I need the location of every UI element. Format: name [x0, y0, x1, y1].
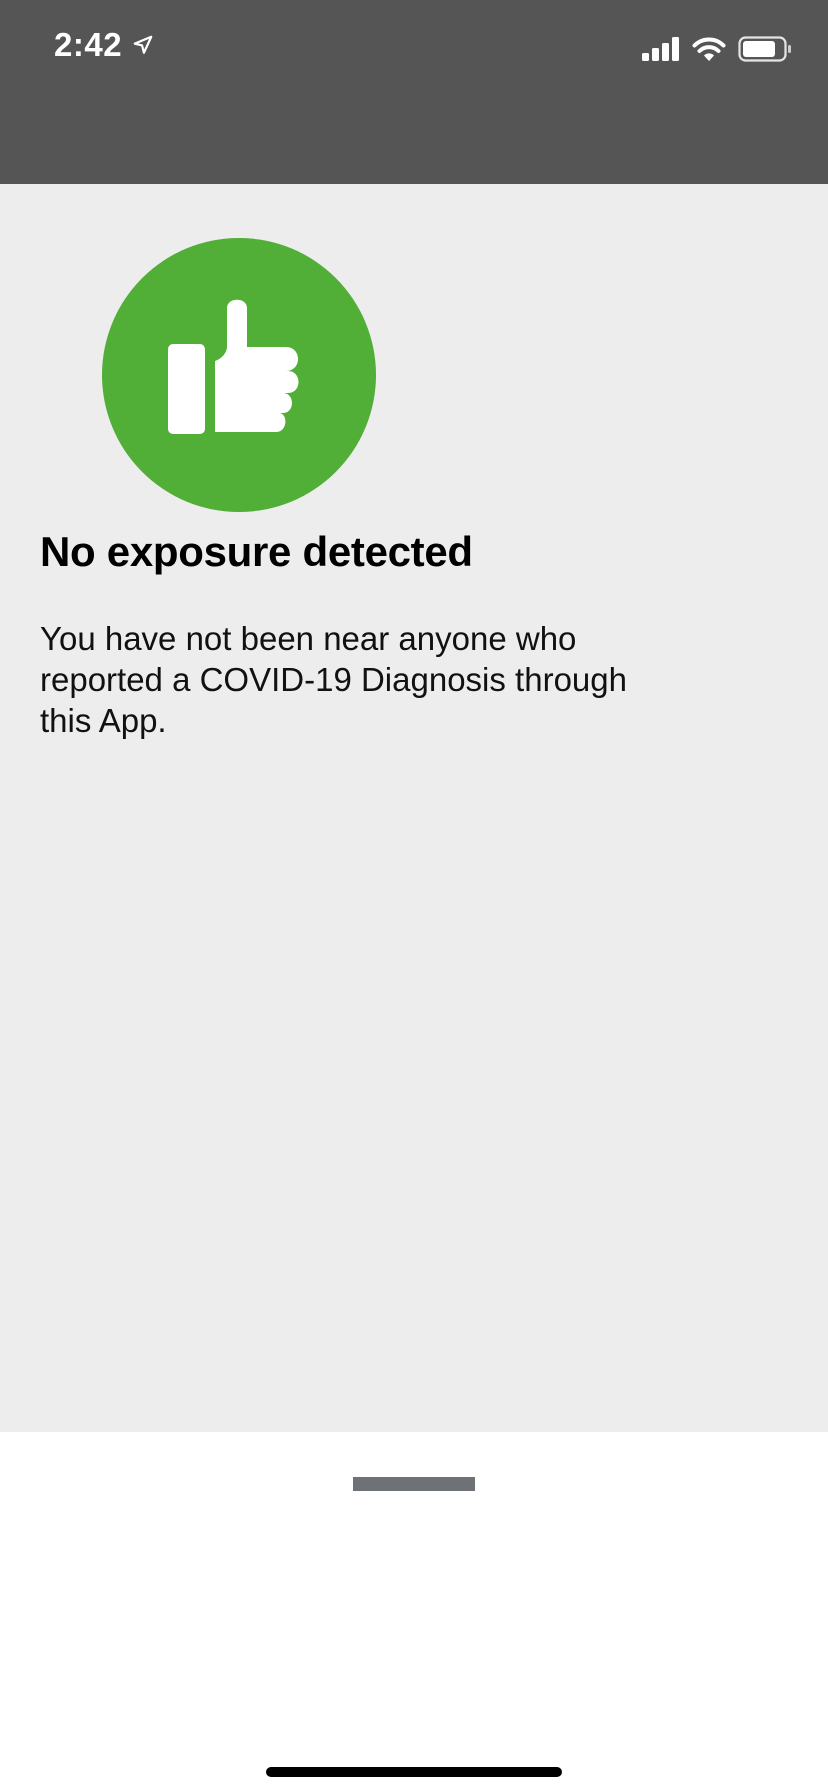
- wifi-icon: [692, 37, 726, 61]
- status-badge: [102, 238, 376, 512]
- sheet-grabber-handle[interactable]: [353, 1477, 475, 1491]
- location-arrow-icon: [133, 35, 153, 54]
- status-indicators: [642, 36, 792, 62]
- clock-time: 2:42: [54, 26, 123, 63]
- exposure-message: You have not been near anyone who report…: [40, 620, 627, 739]
- cellular-signal-icon: [642, 37, 679, 61]
- status-bar: 2:42: [0, 0, 828, 184]
- battery-icon: [738, 36, 791, 62]
- home-indicator[interactable]: [266, 1767, 562, 1777]
- status-time: 2:42: [54, 26, 154, 64]
- bottom-sheet[interactable]: [0, 1432, 828, 1792]
- exposure-status-screen: No exposure detected You have not been n…: [0, 184, 828, 1432]
- exposure-headline: No exposure detected: [40, 528, 473, 575]
- thumbs-up-icon: [168, 299, 299, 434]
